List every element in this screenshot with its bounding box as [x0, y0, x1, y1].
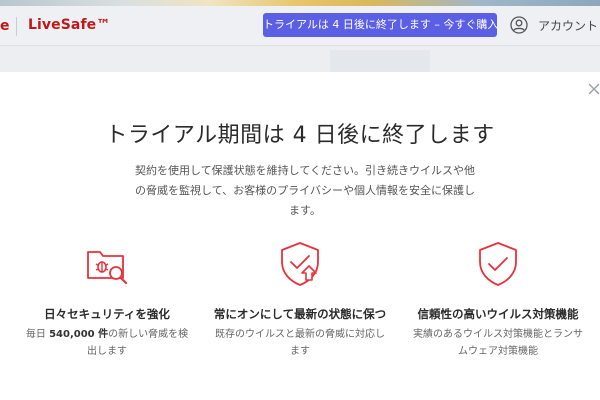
- feature-description: 既存のウイルスと最新の脅威に対応します: [215, 329, 385, 357]
- close-button[interactable]: [588, 82, 600, 98]
- feature-item: 日々セキュリティを強化 毎日 540,000 件の新しい脅威を検出します: [12, 240, 202, 360]
- account-menu[interactable]: アカウント: [510, 14, 598, 36]
- background-card: [330, 50, 430, 74]
- trial-expiry-dialog: トライアル期間は 4 日後に終了します 契約を使用して保護状態を維持してください…: [0, 72, 600, 400]
- threat-count: 540,000 件: [49, 329, 109, 340]
- feature-title: 常にオンにして最新の状態に保つ: [213, 307, 387, 321]
- dialog-description: 契約を使用して保護状態を維持してください。引き続きウイルスや他の脅威を監視して、…: [134, 164, 475, 217]
- feature-title: 信頼性の高いウイルス対策機能: [417, 307, 579, 321]
- brand-name: LiveSafe™: [28, 17, 111, 33]
- app-header: e LiveSafe™ トライアルは 4 日後に終了します – 今すぐ購入 アカ…: [0, 6, 600, 46]
- feature-description: 実績のあるウイルス対策機能とランサムウェア対策機能: [413, 329, 583, 357]
- dialog-title: トライアル期間は 4 日後に終了します: [105, 123, 495, 148]
- feature-description: 毎日 540,000 件の新しい脅威を検出します: [25, 329, 189, 357]
- brand-logo-mark: e: [0, 18, 10, 34]
- feature-item: 信頼性の高いウイルス対策機能 実績のあるウイルス対策機能とランサムウェア対策機能: [403, 240, 593, 360]
- trial-buy-now-button[interactable]: トライアルは 4 日後に終了します – 今すぐ購入: [263, 13, 498, 37]
- close-icon: [588, 83, 600, 95]
- brand-divider: [16, 17, 17, 36]
- account-label: アカウント: [538, 18, 599, 33]
- feature-list: 日々セキュリティを強化 毎日 540,000 件の新しい脅威を検出します 常にオ…: [0, 240, 600, 390]
- feature-title: 日々セキュリティを強化: [44, 307, 170, 321]
- feature-item: 常にオンにして最新の状態に保つ 既存のウイルスと最新の脅威に対応します: [205, 240, 395, 360]
- folder-bug-search-icon: [87, 251, 128, 285]
- shield-check-icon: [479, 242, 517, 286]
- user-icon: [510, 16, 528, 34]
- shield-upload-icon: [281, 242, 319, 286]
